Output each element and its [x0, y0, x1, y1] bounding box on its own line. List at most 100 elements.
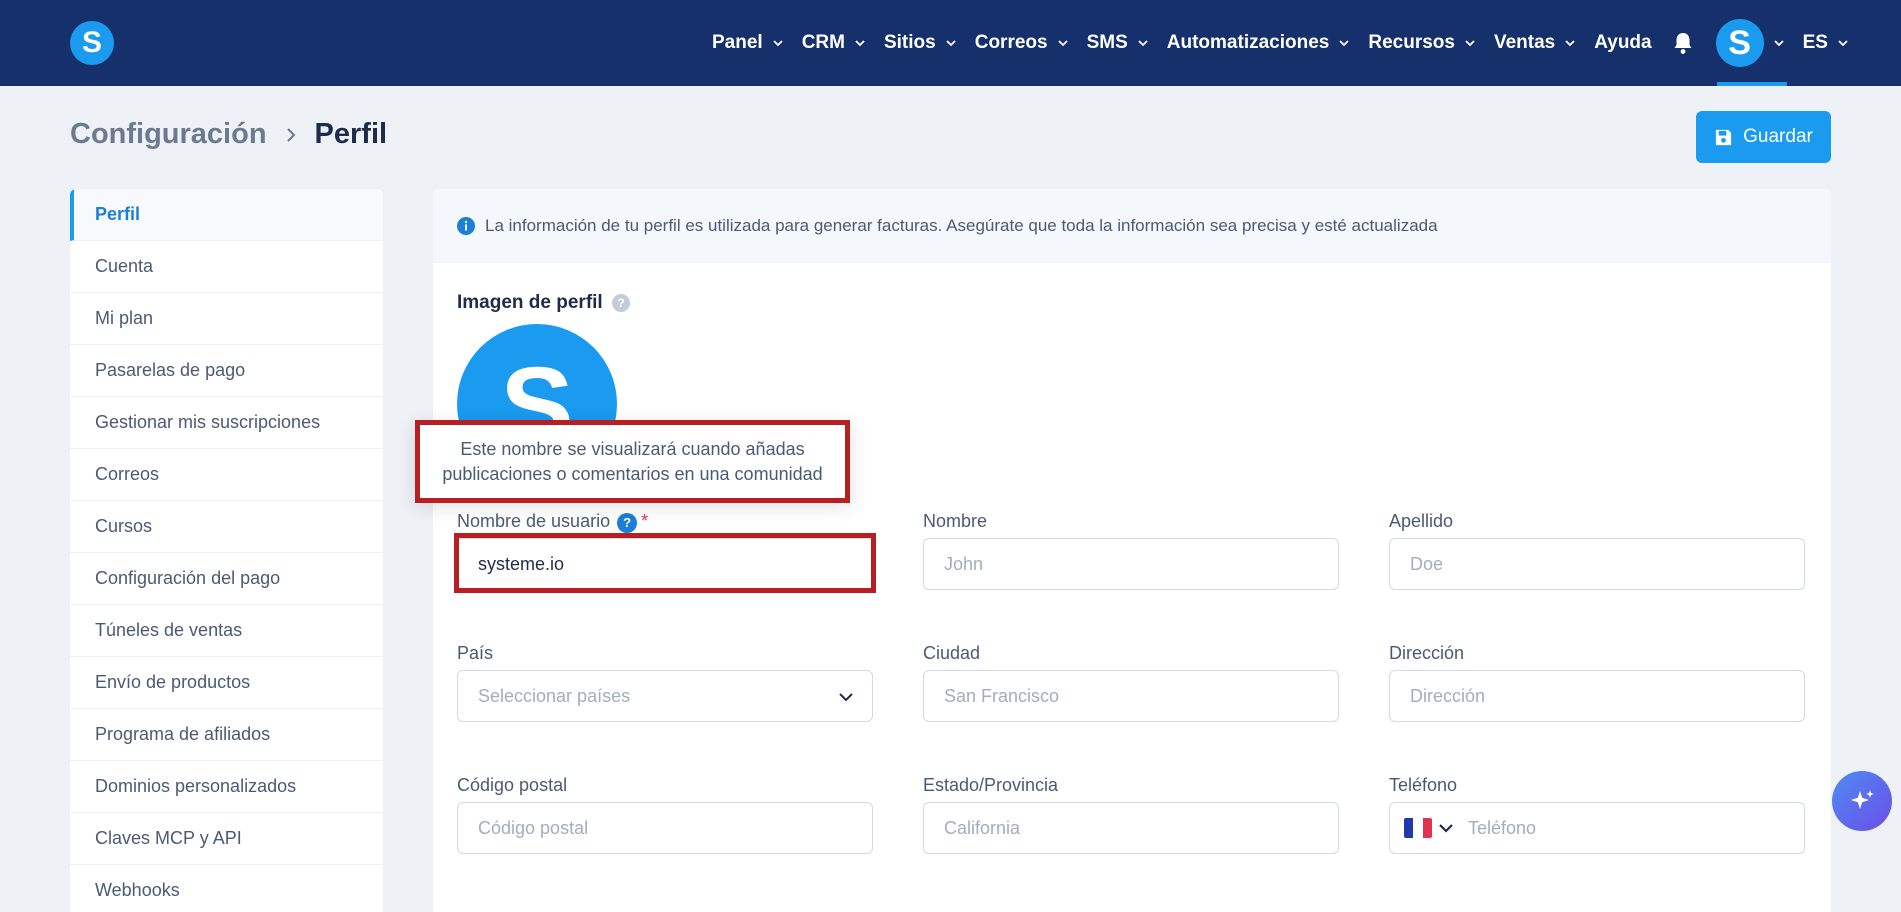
- chevron-down-icon: [854, 37, 866, 49]
- nav-item-recursos[interactable]: Recursos: [1368, 32, 1476, 54]
- sidebar-item-perfil[interactable]: Perfil: [70, 189, 383, 241]
- sidebar-item-label: Correos: [95, 464, 160, 484]
- profile-image-label: Imagen de perfil: [457, 292, 603, 313]
- state-placeholder: California: [944, 817, 1021, 838]
- info-icon: [457, 217, 475, 235]
- first-name-placeholder: John: [944, 553, 984, 574]
- nav-label: Automatizaciones: [1166, 32, 1330, 53]
- france-flag-icon[interactable]: [1404, 818, 1432, 838]
- city-field[interactable]: San Francisco: [923, 670, 1339, 722]
- sidebar-item-cuenta[interactable]: Cuenta: [70, 241, 383, 293]
- sidebar-item-label: Cursos: [95, 516, 153, 536]
- address-placeholder: Dirección: [1410, 685, 1486, 706]
- sidebar-item-webhooks[interactable]: Webhooks: [70, 865, 383, 912]
- state-label: Estado/Provincia: [923, 775, 1059, 795]
- sidebar-item-label: Programa de afiliados: [95, 724, 271, 744]
- last-name-placeholder: Doe: [1410, 553, 1444, 574]
- nav-item-panel[interactable]: Panel: [712, 32, 784, 54]
- chevron-down-icon: [1837, 37, 1849, 49]
- username-label-text: Nombre de usuario: [457, 511, 611, 531]
- chevron-down-icon: [1338, 37, 1350, 49]
- chevron-down-icon: [1773, 37, 1785, 49]
- last-name-label: Apellido: [1389, 511, 1454, 531]
- settings-sidebar: Perfil Cuenta Mi plan Pasarelas de pago …: [70, 189, 383, 912]
- nav-label: Sitios: [883, 32, 936, 53]
- active-indicator: [1716, 82, 1787, 86]
- sidebar-item-label: Webhooks: [95, 880, 180, 900]
- page-title: Perfil: [314, 118, 388, 150]
- chevron-down-icon: [839, 693, 853, 702]
- nav-label: Ayuda: [1594, 32, 1652, 53]
- sparkle-icon: [1851, 790, 1874, 809]
- sidebar-item-label: Gestionar mis suscripciones: [95, 412, 321, 432]
- language-label: ES: [1802, 32, 1828, 53]
- city-placeholder: San Francisco: [944, 685, 1060, 706]
- question-icon[interactable]: ?: [611, 294, 630, 312]
- nav-item-sms[interactable]: SMS: [1087, 32, 1149, 54]
- state-field[interactable]: California: [923, 802, 1339, 854]
- sidebar-item-suscripciones[interactable]: Gestionar mis suscripciones: [70, 397, 383, 449]
- chevron-down-icon: [1464, 37, 1476, 49]
- breadcrumb-root[interactable]: Configuración: [70, 118, 267, 151]
- chevron-down-icon: [945, 37, 957, 49]
- last-name-field[interactable]: Doe: [1389, 538, 1805, 590]
- ai-assistant-button[interactable]: [1832, 771, 1892, 831]
- sidebar-item-envio-de-productos[interactable]: Envío de productos: [70, 657, 383, 709]
- required-mark: *: [641, 511, 649, 531]
- phone-placeholder: Teléfono: [1468, 817, 1537, 838]
- nav-item-ventas[interactable]: Ventas: [1494, 32, 1576, 54]
- chevron-down-icon[interactable]: [1438, 820, 1454, 836]
- country-select[interactable]: Seleccionar países: [457, 670, 873, 722]
- nav-label: Ventas: [1493, 32, 1556, 53]
- nav-label: CRM: [801, 32, 845, 53]
- profile-image-heading: Imagen de perfil ?: [457, 292, 630, 314]
- sidebar-item-label: Envío de productos: [95, 672, 251, 692]
- chevron-right-icon: [286, 127, 295, 142]
- svg-text:?: ?: [617, 296, 624, 310]
- sidebar-item-mi-plan[interactable]: Mi plan: [70, 293, 383, 345]
- username-field[interactable]: systeme.io: [457, 538, 873, 590]
- city-label: Ciudad: [923, 643, 981, 663]
- postal-code-field[interactable]: Código postal: [457, 802, 873, 854]
- username-label: Nombre de usuario? *: [457, 511, 648, 533]
- sidebar-item-configuracion-pago[interactable]: Configuración del pago: [70, 553, 383, 605]
- nav-item-crm[interactable]: CRM: [802, 32, 866, 54]
- systeme-logo[interactable]: S: [70, 21, 114, 65]
- sidebar-item-cursos[interactable]: Cursos: [70, 501, 383, 553]
- sidebar-item-label: Configuración del pago: [95, 568, 281, 588]
- sidebar-item-label: Túneles de ventas: [95, 620, 243, 640]
- floppy-disk-icon: [1716, 129, 1732, 145]
- first-name-field[interactable]: John: [923, 538, 1339, 590]
- help-icon[interactable]: ?: [617, 512, 638, 533]
- sidebar-item-label: Mi plan: [95, 308, 154, 328]
- phone-field[interactable]: Teléfono: [1389, 802, 1805, 854]
- sidebar-item-programa-de-afiliados[interactable]: Programa de afiliados: [70, 709, 383, 761]
- nav-item-sitios[interactable]: Sitios: [884, 32, 957, 54]
- breadcrumb: Configuración Perfil: [70, 118, 387, 151]
- save-label: Guardar: [1743, 126, 1813, 147]
- nav-item-correos[interactable]: Correos: [975, 32, 1069, 54]
- profile-form-card: La información de tu perfil es utilizada…: [433, 189, 1831, 912]
- main-nav: Panel CRM Sitios Correos SMS Automatizac…: [712, 0, 1867, 86]
- tooltip-text: Este nombre se visualizará cuando añadas…: [442, 438, 823, 484]
- nav-item-ayuda[interactable]: Ayuda: [1594, 32, 1651, 54]
- nav-label: Correos: [974, 32, 1048, 53]
- top-navigation-bar: S Panel CRM Sitios Correos SMS Automatiz…: [0, 0, 1901, 86]
- sidebar-item-tuneles-de-ventas[interactable]: Túneles de ventas: [70, 605, 383, 657]
- sidebar-item-correos[interactable]: Correos: [70, 449, 383, 501]
- language-selector[interactable]: ES: [1803, 32, 1849, 54]
- save-button[interactable]: Guardar: [1696, 111, 1831, 163]
- sidebar-item-dominios[interactable]: Dominios personalizados: [70, 761, 383, 813]
- chevron-down-icon: [1137, 37, 1149, 49]
- address-field[interactable]: Dirección: [1389, 670, 1805, 722]
- sidebar-item-pasarelas-de-pago[interactable]: Pasarelas de pago: [70, 345, 383, 397]
- sidebar-item-label: Dominios personalizados: [95, 776, 297, 796]
- nav-item-automatizaciones[interactable]: Automatizaciones: [1167, 32, 1351, 54]
- sidebar-item-label: Cuenta: [95, 256, 154, 276]
- bell-icon[interactable]: [1672, 31, 1694, 55]
- user-menu[interactable]: S: [1715, 0, 1787, 86]
- postal-code-label: Código postal: [457, 775, 568, 795]
- sidebar-item-claves-api[interactable]: Claves MCP y API: [70, 813, 383, 865]
- chevron-down-icon: [1564, 37, 1576, 49]
- address-label: Dirección: [1389, 643, 1465, 663]
